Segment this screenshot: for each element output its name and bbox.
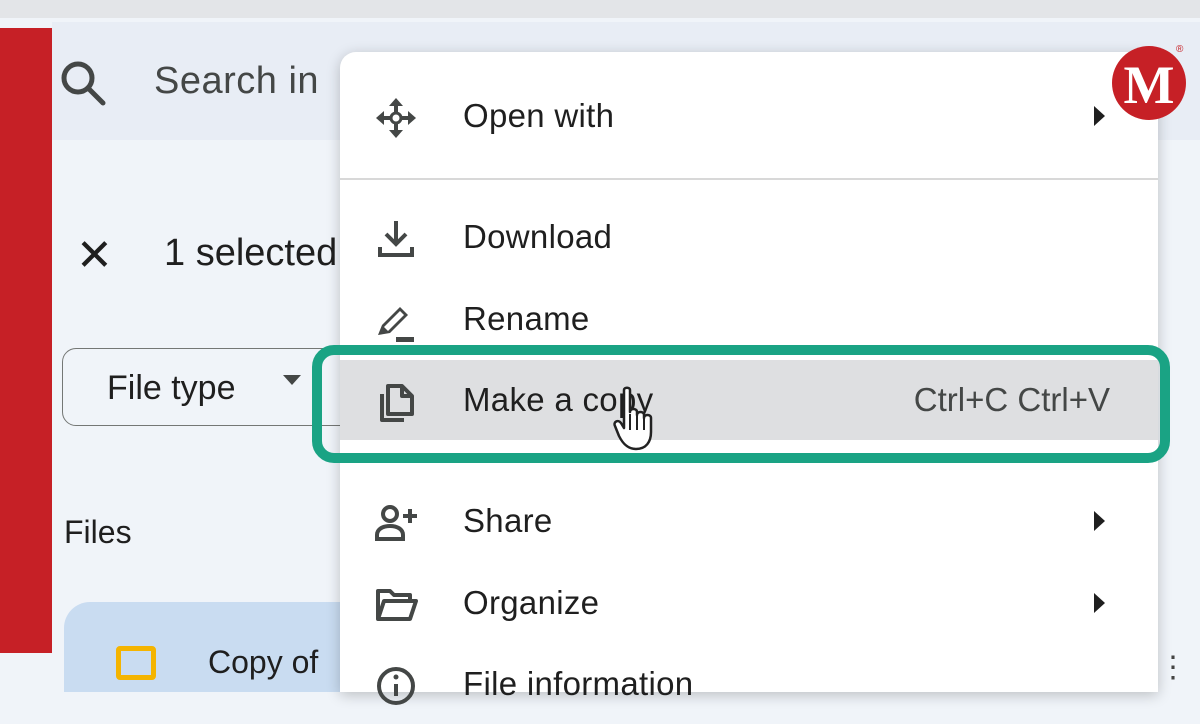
submenu-arrow-icon [1094,593,1105,613]
menu-item-download[interactable]: Download [340,197,1158,277]
more-options-icon[interactable]: ⋮ [1158,650,1188,685]
milenio-logo: M [1112,46,1186,120]
search-placeholder[interactable]: Search in [154,60,319,103]
dropdown-caret-icon [283,375,301,385]
slides-file-icon [116,646,156,680]
open-with-icon [376,98,416,138]
file-name[interactable]: Copy of [208,644,318,681]
top-edge [0,0,1200,18]
files-heading: Files [64,514,132,550]
registered-mark: ® [1176,44,1184,55]
red-side-bar [0,28,52,653]
menu-item-share[interactable]: Share [340,481,1158,561]
hand-pointer-cursor-icon [613,386,653,451]
menu-item-file-information[interactable]: File information [340,644,1158,724]
open-with-label: Open with [463,97,615,134]
download-label: Download [463,218,613,255]
file-type-label: File type [107,369,236,407]
rename-label: Rename [463,300,590,337]
menu-item-organize[interactable]: Organize [340,563,1158,643]
menu-item-open-with[interactable]: Open with [340,76,1158,156]
organize-label: Organize [463,584,600,621]
info-icon [377,667,415,705]
add-person-icon [375,505,417,541]
rename-pencil-icon [378,307,414,342]
file-information-label: File information [463,665,694,702]
logo-letter: M [1123,55,1175,115]
search-icon[interactable] [58,58,108,108]
folder-open-icon [376,589,418,621]
selection-count: 1 selected [164,232,338,274]
highlight-annotation-box [312,345,1170,463]
clear-selection-icon[interactable]: ✕ [76,234,113,278]
submenu-arrow-icon [1094,511,1105,531]
download-icon [378,221,414,257]
submenu-arrow-icon [1094,106,1105,126]
share-label: Share [463,502,553,539]
menu-divider [340,178,1158,180]
